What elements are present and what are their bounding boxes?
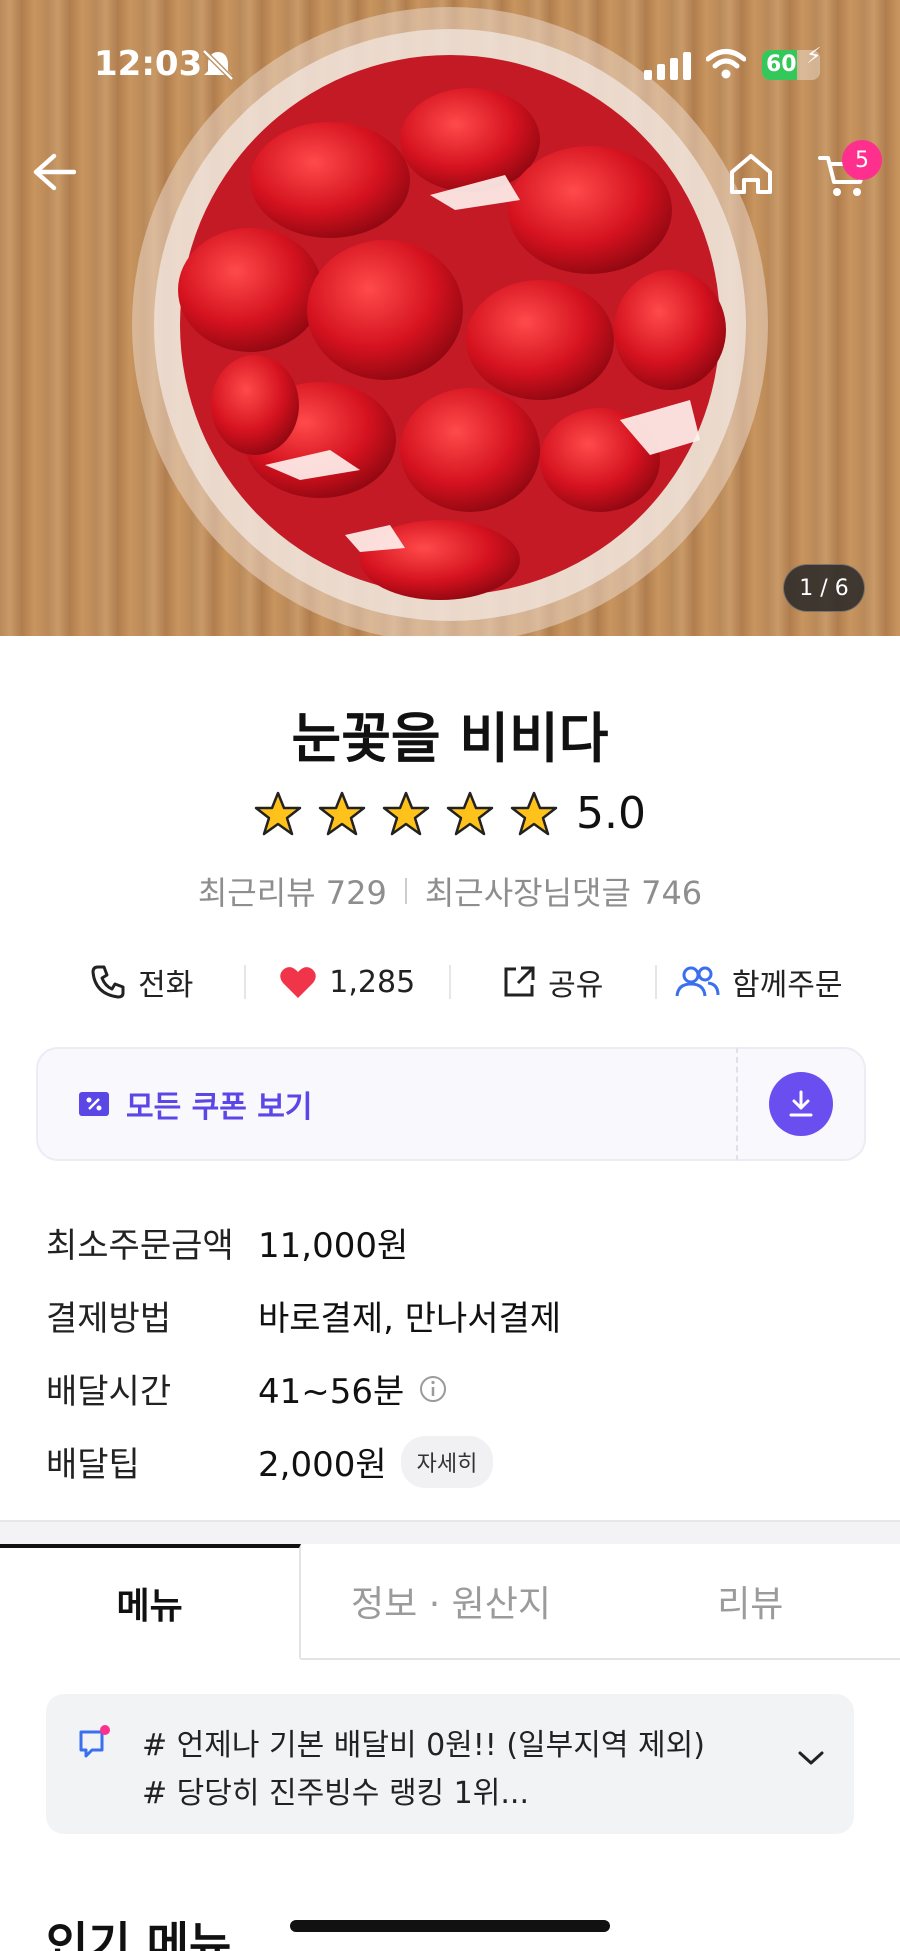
home-icon[interactable] [728,152,774,196]
download-icon [789,1090,813,1117]
chevron-down-icon[interactable] [796,1748,826,1768]
delivery-tip-detail-button[interactable]: 자세히 [400,1435,494,1488]
coupon-icon [79,1092,109,1116]
star-icon [446,791,494,835]
review-counts[interactable]: 최근리뷰 729 최근사장님댓글 746 [0,868,900,914]
group-order-button[interactable]: 함께주문 [657,960,861,1004]
delivery-time-row: 배달시간 41~56분 [46,1352,866,1425]
star-icon [510,791,558,835]
star-icon [382,791,430,835]
view-all-coupons-button[interactable]: 모든 쿠폰 보기 [36,1047,736,1161]
delivery-info: 최소주문금액 11,000원 결제방법 바로결제, 만나서결제 배달시간 41~… [46,1206,866,1498]
mute-bell-icon [202,49,234,81]
cart-count-badge: 5 [842,140,882,180]
section-divider [0,1520,900,1544]
share-icon [504,966,535,997]
signal-icon [644,52,691,80]
owner-reply-count[interactable]: 최근사장님댓글 746 [425,868,702,914]
home-indicator [290,1920,610,1932]
tab-menu[interactable]: 메뉴 [0,1544,302,1660]
phone-icon [91,965,125,999]
store-tabs: 메뉴 정보 · 원산지 리뷰 [0,1544,900,1660]
star-icon [254,791,302,835]
strawberry-bingsu-photo [132,7,768,636]
hero-image[interactable]: 12:03 60 ⚡ 5 1 / 6 [0,0,900,636]
rating-row[interactable]: 5.0 [0,788,900,839]
delivery-time-value: 41~56분 [258,1372,405,1412]
delivery-tip-row: 배달팁 2,000원 자세히 [46,1425,866,1498]
store-name: 눈꽃을 비비다 [291,707,609,770]
tab-info-origin[interactable]: 정보 · 원산지 [301,1544,600,1658]
coupon-download-button[interactable] [769,1072,833,1136]
divider [404,878,407,904]
info-icon[interactable] [418,1374,448,1404]
heart-icon [280,967,317,998]
owner-notice[interactable]: # 언제나 기본 배달비 0원!! (일부지역 제외) # 당당히 진주빙수 랭… [46,1694,854,1834]
store-actions: 전화 1,285 공유 함께주문 [40,952,860,1012]
payment-value: 바로결제, 만나서결제 [258,1299,562,1339]
charging-icon: ⚡ [806,44,822,69]
group-icon [675,966,720,997]
min-order-value: 11,000원 [258,1226,409,1266]
call-button[interactable]: 전화 [40,960,244,1004]
rating-score: 5.0 [576,788,646,839]
payment-row: 결제방법 바로결제, 만나서결제 [46,1279,866,1352]
wifi-icon [706,49,746,79]
tab-reviews[interactable]: 리뷰 [601,1544,900,1658]
min-order-row: 최소주문금액 11,000원 [46,1206,866,1279]
recent-review-count[interactable]: 최근리뷰 729 [198,868,387,914]
notice-line: # 당당히 진주빙수 랭킹 1위... [142,1776,529,1811]
notice-line: # 언제나 기본 배달비 0원!! (일부지역 제외) [142,1728,705,1763]
announcement-icon [79,1725,110,1758]
back-arrow-icon[interactable] [32,152,76,192]
delivery-tip-value: 2,000원 [258,1445,387,1485]
star-icon [318,791,366,835]
like-button[interactable]: 1,285 [246,965,450,1000]
star-rating [254,791,558,837]
share-button[interactable]: 공유 [451,960,655,1004]
coupon-banner: 모든 쿠폰 보기 [36,1047,866,1161]
popular-menu-title: 인기 메뉴 [46,1917,232,1951]
status-time: 12:03 [94,44,203,84]
image-pager: 1 / 6 [783,564,865,612]
status-bar: 12:03 60 ⚡ [0,40,900,90]
